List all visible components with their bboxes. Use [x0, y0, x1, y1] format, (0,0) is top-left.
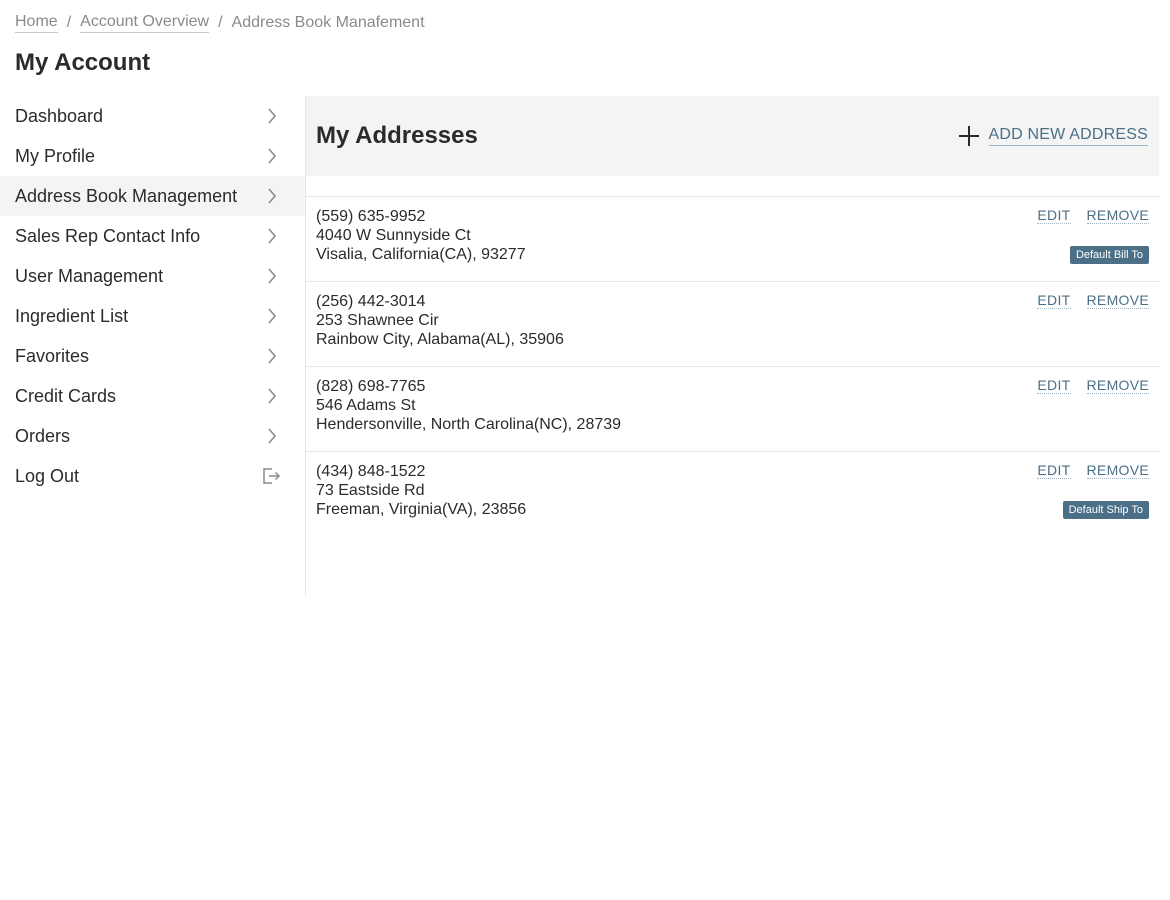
chevron-right-icon — [268, 348, 277, 364]
address-street: 546 Adams St — [316, 397, 416, 414]
edit-address-button[interactable]: EDIT — [1037, 207, 1071, 224]
sidebar-item-label: My Profile — [15, 145, 96, 166]
breadcrumb-separator: / — [218, 14, 223, 31]
sidebar-item-favorites[interactable]: Favorites — [0, 336, 305, 376]
sidebar-item-credit-cards[interactable]: Credit Cards — [0, 376, 305, 416]
section-title: My Addresses — [316, 122, 478, 149]
chevron-right-icon — [268, 188, 277, 204]
breadcrumb-home[interactable]: Home — [15, 13, 58, 33]
sidebar-item-user-management[interactable]: User Management — [0, 256, 305, 296]
address-street: 4040 W Sunnyside Ct — [316, 227, 471, 244]
chevron-right-icon — [268, 108, 277, 124]
remove-address-button[interactable]: REMOVE — [1086, 377, 1149, 394]
address-phone: (434) 848-1522 — [316, 463, 426, 480]
address-city: Freeman, Virginia(VA), 23856 — [316, 501, 527, 518]
sidebar-item-sales-rep-contact-info[interactable]: Sales Rep Contact Info — [0, 216, 305, 256]
add-new-address-button[interactable]: ADD NEW ADDRESS — [958, 125, 1148, 147]
breadcrumb-current: Address Book Manafement — [231, 14, 425, 31]
default-bill-to-badge: Default Bill To — [1069, 246, 1149, 264]
default-ship-to-badge: Default Ship To — [1062, 501, 1149, 519]
address-phone: (559) 635-9952 — [316, 208, 426, 225]
edit-address-button[interactable]: EDIT — [1037, 377, 1071, 394]
sidebar-item-label: Sales Rep Contact Info — [15, 225, 201, 246]
breadcrumb-account-overview[interactable]: Account Overview — [80, 13, 210, 33]
addresses-header: My Addresses ADD NEW ADDRESS — [306, 96, 1159, 176]
breadcrumb: Home / Account Overview / Address Book M… — [15, 13, 425, 33]
breadcrumb-separator: / — [66, 14, 72, 31]
sidebar-item-address-book-management[interactable]: Address Book Management — [0, 176, 305, 216]
sidebar-item-label: Dashboard — [15, 105, 104, 126]
address-street: 253 Shawnee Cir — [316, 312, 439, 329]
address-card: (559) 635-9952 4040 W Sunnyside Ct Visal… — [306, 197, 1159, 282]
chevron-right-icon — [268, 268, 277, 284]
chevron-right-icon — [268, 308, 277, 324]
remove-address-button[interactable]: REMOVE — [1086, 462, 1149, 479]
address-city: Hendersonville, North Carolina(NC), 2873… — [316, 416, 622, 433]
chevron-right-icon — [268, 228, 277, 244]
plus-icon — [958, 126, 979, 146]
chevron-right-icon — [268, 148, 277, 164]
add-new-address-label: ADD NEW ADDRESS — [988, 126, 1148, 146]
logout-icon — [263, 468, 281, 484]
address-card: (256) 442-3014 253 Shawnee Cir Rainbow C… — [306, 282, 1159, 367]
edit-address-button[interactable]: EDIT — [1037, 462, 1071, 479]
page-title: My Account — [15, 49, 151, 76]
sidebar-item-label: Credit Cards — [15, 385, 117, 406]
remove-address-button[interactable]: REMOVE — [1086, 292, 1149, 309]
address-card: (434) 848-1522 73 Eastside Rd Freeman, V… — [306, 452, 1159, 537]
address-list: (559) 635-9952 4040 W Sunnyside Ct Visal… — [306, 196, 1159, 537]
address-phone: (828) 698-7765 — [316, 378, 426, 395]
address-actions: EDIT REMOVE — [1037, 207, 1149, 224]
address-actions: EDIT REMOVE — [1037, 292, 1149, 309]
address-street: 73 Eastside Rd — [316, 482, 425, 499]
sidebar-item-my-profile[interactable]: My Profile — [0, 136, 305, 176]
main-content: My Addresses ADD NEW ADDRESS (559) 635-9… — [306, 96, 1159, 537]
address-city: Visalia, California(CA), 93277 — [316, 246, 526, 263]
sidebar-item-label: Log Out — [15, 465, 80, 486]
sidebar-item-log-out[interactable]: Log Out — [0, 456, 305, 496]
chevron-right-icon — [268, 428, 277, 444]
sidebar-item-label: Ingredient List — [15, 305, 129, 326]
sidebar-item-label: Orders — [15, 425, 71, 446]
address-actions: EDIT REMOVE — [1037, 377, 1149, 394]
sidebar: Dashboard My Profile Address Book Manage… — [0, 96, 305, 496]
address-actions: EDIT REMOVE — [1037, 462, 1149, 479]
address-card: (828) 698-7765 546 Adams St Hendersonvil… — [306, 367, 1159, 452]
edit-address-button[interactable]: EDIT — [1037, 292, 1071, 309]
chevron-right-icon — [268, 388, 277, 404]
sidebar-item-orders[interactable]: Orders — [0, 416, 305, 456]
sidebar-item-label: Favorites — [15, 345, 90, 366]
sidebar-item-label: User Management — [15, 265, 164, 286]
address-phone: (256) 442-3014 — [316, 293, 426, 310]
sidebar-item-label: Address Book Management — [15, 185, 238, 206]
sidebar-item-ingredient-list[interactable]: Ingredient List — [0, 296, 305, 336]
remove-address-button[interactable]: REMOVE — [1086, 207, 1149, 224]
sidebar-item-dashboard[interactable]: Dashboard — [0, 96, 305, 136]
address-city: Rainbow City, Alabama(AL), 35906 — [316, 331, 564, 348]
page: Home / Account Overview / Address Book M… — [0, 0, 1170, 900]
